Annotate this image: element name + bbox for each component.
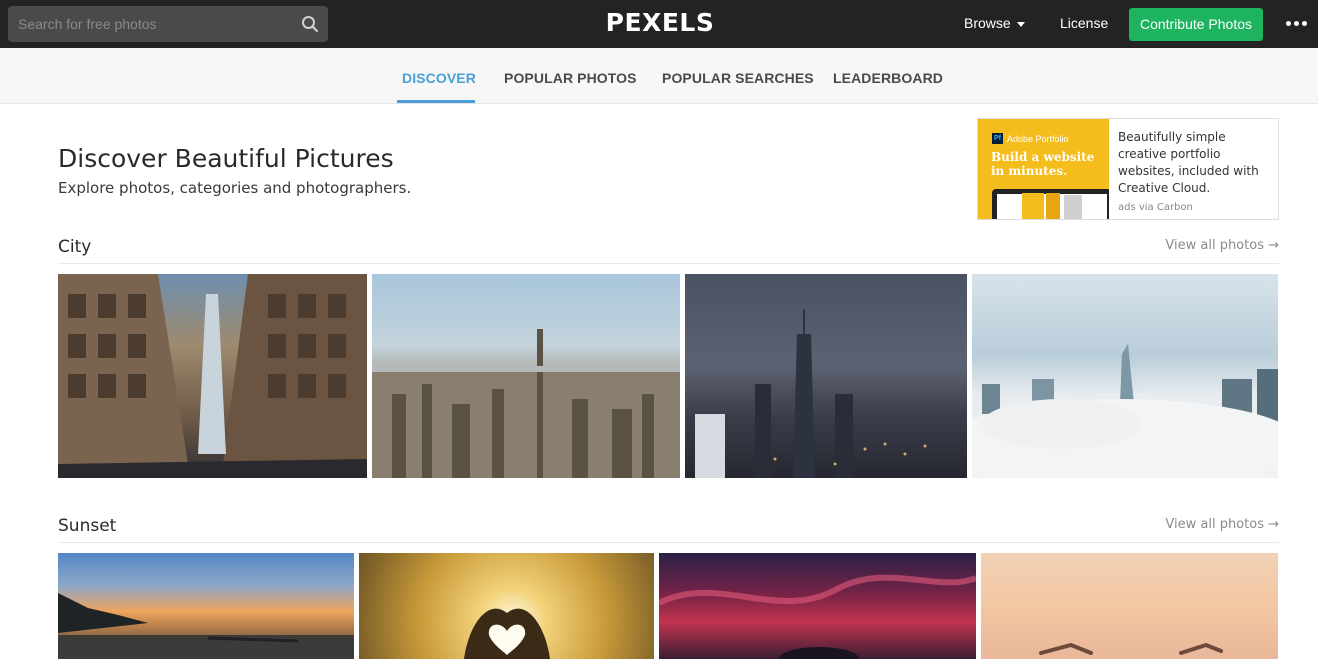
contribute-photos-button[interactable]: Contribute Photos [1129, 8, 1263, 41]
sunset-photo-pier[interactable] [58, 553, 354, 659]
tab-popular-photos[interactable]: POPULAR PHOTOS [504, 70, 637, 86]
tab-popular-searches[interactable]: POPULAR SEARCHES [662, 70, 814, 86]
laptop-mockup-icon [992, 189, 1109, 219]
ad-text[interactable]: Beautifully simple creative portfolio we… [1118, 129, 1274, 197]
top-bar: PEXELS Browse License Contribute Photos [0, 0, 1318, 48]
section-title-city: City [58, 237, 92, 257]
tab-discover[interactable]: DISCOVER [402, 70, 476, 86]
city-photo-fog[interactable] [972, 274, 1278, 478]
ad-brand-name: Adobe Portfolio [1007, 133, 1069, 144]
sub-navigation: DISCOVER POPULAR PHOTOS POPULAR SEARCHES… [0, 48, 1318, 104]
sunset-photo-person[interactable] [981, 553, 1278, 659]
active-tab-indicator [397, 100, 475, 103]
license-link[interactable]: License [1060, 15, 1108, 31]
browse-menu[interactable]: Browse [964, 15, 1025, 31]
search-box[interactable] [8, 6, 328, 42]
sunset-photo-heart-hands[interactable] [359, 553, 654, 659]
pexels-logo[interactable]: PEXELS [560, 8, 760, 37]
section-divider [58, 263, 1279, 264]
chevron-down-icon [1016, 21, 1025, 27]
search-input[interactable] [8, 6, 288, 42]
page-subtitle: Explore photos, categories and photograp… [58, 179, 412, 197]
browse-label: Browse [964, 15, 1011, 31]
sunset-photo-red-sky[interactable] [659, 553, 976, 659]
view-all-sunset-link[interactable]: View all photos → [1165, 517, 1279, 532]
more-options-icon[interactable] [1284, 20, 1310, 28]
city-photo-street[interactable] [58, 274, 367, 478]
ad-via-carbon[interactable]: ads via Carbon [1118, 202, 1193, 213]
section-divider [58, 542, 1279, 543]
ad-brand: Pf Adobe Portfolio [992, 133, 1069, 144]
ad-headline: Build a website in minutes. [991, 150, 1095, 178]
ad-image[interactable]: Pf Adobe Portfolio Build a website in min… [978, 119, 1109, 219]
search-icon[interactable] [301, 15, 319, 33]
section-title-sunset: Sunset [58, 516, 117, 536]
adobe-portfolio-logo-icon: Pf [992, 133, 1003, 144]
city-photo-dusk[interactable] [685, 274, 967, 478]
tab-leaderboard[interactable]: LEADERBOARD [833, 70, 943, 86]
view-all-city-link[interactable]: View all photos → [1165, 238, 1279, 253]
carbon-ad[interactable]: Pf Adobe Portfolio Build a website in min… [977, 118, 1279, 220]
city-photo-skyline[interactable] [372, 274, 680, 478]
page-title: Discover Beautiful Pictures [58, 144, 394, 173]
